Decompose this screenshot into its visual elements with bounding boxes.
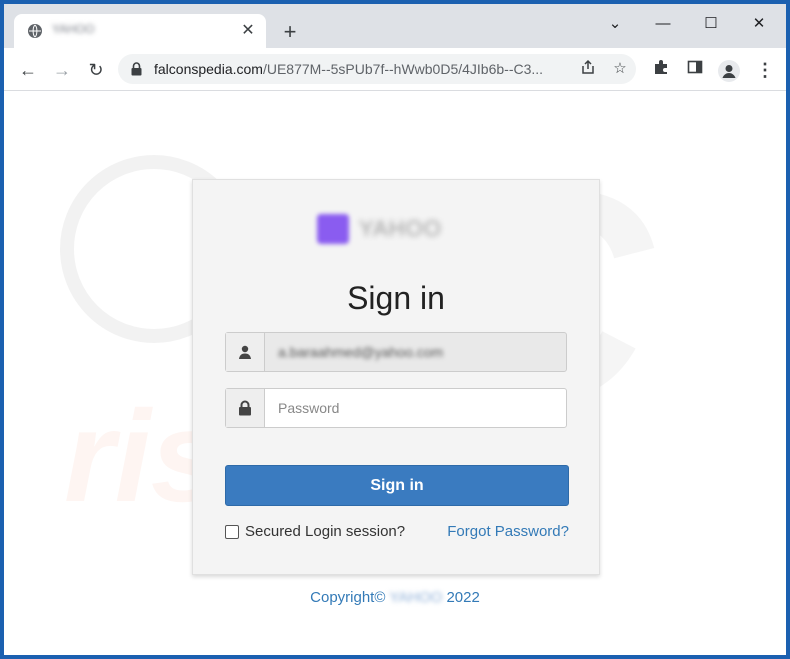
back-button[interactable]: ← (14, 56, 42, 84)
close-tab-icon[interactable]: ✕ (238, 21, 258, 41)
profile-avatar-icon[interactable] (718, 60, 740, 82)
sign-in-button[interactable]: Sign in (225, 465, 569, 506)
logo-mark-icon (317, 214, 349, 244)
secured-session-label[interactable]: Secured Login session? (245, 523, 405, 540)
lock-icon[interactable] (131, 62, 142, 81)
brand-logo: YAHOO (317, 212, 473, 246)
address-bar[interactable]: falconspedia.com/UE877M--5sPUb7f--hWwb0D… (118, 54, 636, 84)
page-content: PC risk.com YAHOO Sign in a.baraahmed@ya… (4, 91, 786, 655)
secured-session-checkbox[interactable] (225, 525, 239, 539)
close-window-button[interactable]: ✕ (736, 10, 782, 38)
password-placeholder: Password (278, 400, 340, 416)
tab-title: YAHOO (52, 22, 95, 36)
url-text[interactable]: falconspedia.com/UE877M--5sPUb7f--hWwb0D… (154, 61, 543, 77)
side-panel-icon[interactable] (684, 59, 706, 81)
forgot-password-link[interactable]: Forgot Password? (447, 523, 569, 540)
url-path: /UE877M--5sPUb7f--hWwb0D5/4JIb6b--C3... (262, 61, 544, 77)
email-value: a.baraahmed@yahoo.com (278, 344, 444, 360)
reload-button[interactable]: ↻ (82, 56, 110, 84)
new-tab-button[interactable]: + (276, 18, 304, 46)
share-icon[interactable] (578, 59, 598, 79)
extensions-icon[interactable] (650, 59, 672, 81)
browser-window: YAHOO ✕ + ⌄ — ☐ ✕ ← → ↻ falconspedia.com… (4, 4, 786, 655)
active-tab[interactable]: YAHOO ✕ (14, 14, 266, 48)
page-title: Sign in (347, 280, 445, 316)
copyright-brand: YAHOO (389, 589, 443, 606)
chevron-down-icon[interactable]: ⌄ (592, 10, 638, 38)
url-domain: falconspedia.com (154, 61, 263, 77)
logo-text: YAHOO (359, 216, 442, 241)
minimize-button[interactable]: — (640, 10, 686, 38)
login-card: YAHOO Sign in a.baraahmed@yahoo.com Pass… (192, 179, 600, 575)
tab-strip: YAHOO ✕ + ⌄ — ☐ ✕ (4, 4, 786, 48)
padlock-icon (226, 389, 265, 427)
globe-icon (28, 24, 42, 38)
user-icon (226, 333, 265, 371)
forward-button[interactable]: → (48, 56, 76, 84)
menu-kebab-icon[interactable]: ⋮ (754, 59, 776, 81)
bookmark-star-icon[interactable]: ☆ (610, 59, 630, 79)
copyright-prefix: Copyright© (310, 589, 386, 606)
copyright-year: 2022 (446, 589, 480, 606)
browser-toolbar: ← → ↻ falconspedia.com/UE877M--5sPUb7f--… (4, 48, 786, 91)
copyright-footer: Copyright© YAHOO 2022 (4, 589, 786, 606)
maximize-button[interactable]: ☐ (688, 10, 734, 38)
password-field[interactable]: Password (225, 388, 567, 428)
email-field[interactable]: a.baraahmed@yahoo.com (225, 332, 567, 372)
